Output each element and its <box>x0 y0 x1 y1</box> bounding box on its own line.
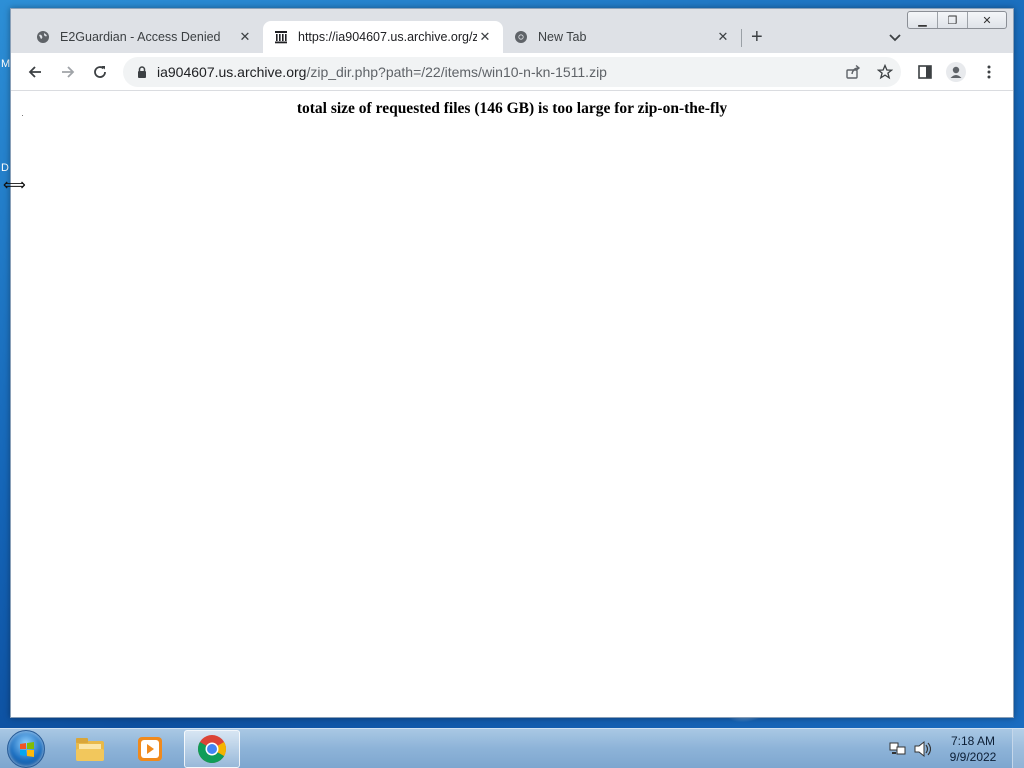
url-text[interactable]: ia904607.us.archive.org/zip_dir.php?path… <box>157 64 607 80</box>
volume-icon[interactable] <box>913 740 932 758</box>
network-icon[interactable] <box>889 740 907 758</box>
page-heading: total size of requested files (146 GB) i… <box>296 100 728 117</box>
new-tab-button[interactable]: + <box>751 27 763 47</box>
address-bar[interactable]: ia904607.us.archive.org/zip_dir.php?path… <box>123 57 901 87</box>
page-content: total size of requested files (146 GB) i… <box>11 92 1013 717</box>
kebab-menu-icon[interactable] <box>979 62 999 82</box>
clock-time: 7:18 AM <box>950 734 996 748</box>
chevron-down-icon[interactable] <box>887 29 903 45</box>
page-artifact <box>22 115 23 116</box>
tab-strip: E2Guardian - Access Denied ✕ https://ia9… <box>11 9 1013 53</box>
system-clock[interactable]: 7:18 AM 9/9/2022 <box>940 733 1006 765</box>
tab-archive[interactable]: https://ia904607.us.archive.org/zi ✕ <box>263 21 503 53</box>
tab-title: https://ia904607.us.archive.org/zi <box>298 30 477 44</box>
chrome-icon <box>513 29 529 45</box>
media-player-icon <box>138 737 162 761</box>
minimize-button[interactable]: ▁ <box>908 12 938 28</box>
close-icon[interactable]: ✕ <box>715 29 731 45</box>
browser-toolbar: ia904607.us.archive.org/zip_dir.php?path… <box>11 53 1013 91</box>
start-button[interactable] <box>7 730 45 768</box>
reload-button[interactable] <box>90 62 110 82</box>
lock-icon[interactable] <box>135 65 149 79</box>
show-desktop-button[interactable] <box>1012 729 1024 768</box>
arrow-right-icon <box>62 66 75 78</box>
desktop-icon-label-fragment[interactable]: M <box>1 58 10 70</box>
side-panel-icon[interactable] <box>915 62 935 82</box>
taskbar-chrome[interactable] <box>184 730 240 768</box>
star-icon[interactable] <box>876 63 894 80</box>
tab-title: E2Guardian - Access Denied <box>60 30 221 44</box>
windows-logo-icon <box>20 742 34 757</box>
resize-cursor-icon: ⟺ <box>3 177 26 194</box>
globe-icon <box>35 29 51 45</box>
url-host: ia904607.us.archive.org <box>157 64 307 80</box>
restore-button[interactable]: ❐ <box>938 12 968 28</box>
close-icon[interactable]: ✕ <box>237 29 253 45</box>
reload-icon <box>94 66 106 78</box>
tab-new-tab[interactable]: New Tab ✕ <box>503 21 741 53</box>
file-explorer-icon <box>76 738 104 761</box>
desktop-icon-label-fragment[interactable]: D <box>1 162 9 174</box>
taskbar: 7:18 AM 9/9/2022 <box>0 728 1024 768</box>
clock-date: 9/9/2022 <box>949 750 997 764</box>
tab-title: New Tab <box>538 30 587 44</box>
close-window-button[interactable]: ✕ <box>968 12 1006 28</box>
tab-separator <box>741 29 742 47</box>
share-icon[interactable] <box>845 64 861 80</box>
forward-button[interactable] <box>58 62 78 82</box>
chrome-icon <box>198 735 226 763</box>
profile-avatar-icon[interactable] <box>946 62 966 82</box>
back-button[interactable] <box>25 62 45 82</box>
close-icon[interactable]: ✕ <box>477 29 493 45</box>
window-controls: ▁ ❐ ✕ <box>907 11 1007 29</box>
url-path: /zip_dir.php?path=/22/items/win10-n-kn-1… <box>306 64 607 80</box>
taskbar-media-player[interactable] <box>122 730 178 768</box>
taskbar-file-explorer[interactable] <box>62 730 118 768</box>
tab-e2guardian[interactable]: E2Guardian - Access Denied ✕ <box>25 21 263 53</box>
browser-window: E2Guardian - Access Denied ✕ https://ia9… <box>10 8 1014 718</box>
arrow-left-icon <box>28 66 41 78</box>
archive-icon <box>273 29 289 45</box>
